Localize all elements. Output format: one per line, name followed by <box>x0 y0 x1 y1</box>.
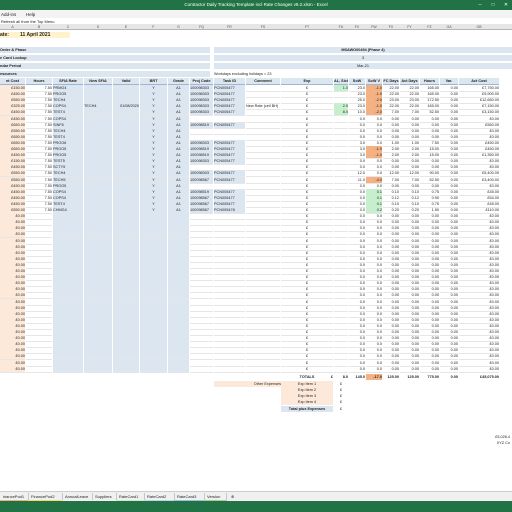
totals-cost[interactable]: £45,075.00 <box>459 374 499 380</box>
column-letter[interactable]: FR <box>214 25 245 29</box>
column-header[interactable]: nt Cost <box>0 78 25 85</box>
column-letter[interactable]: FS <box>246 25 280 29</box>
total-plus-expenses-value[interactable]: £ <box>334 406 348 412</box>
column-letter[interactable]: FW <box>366 25 382 29</box>
spreadsheet-grid[interactable]: ate: 11 April 2021 Order & Phase e Card Loo… <box>0 29 512 490</box>
column-letter[interactable]: F <box>140 25 167 29</box>
footer-company[interactable]: XYZ Co <box>462 440 510 446</box>
grid-cell[interactable]: 0.00 <box>400 366 419 373</box>
column-header[interactable]: Proj Code <box>190 78 213 85</box>
expense-item[interactable]: Exp Item 3 <box>281 393 333 400</box>
grid-cell[interactable]: £0.00 <box>0 365 25 373</box>
column-letter[interactable]: B <box>26 25 52 29</box>
column-letter[interactable]: FQ <box>190 25 213 29</box>
column-letter[interactable]: GB <box>459 25 499 29</box>
grid-cell[interactable]: £0.00 <box>459 366 499 373</box>
column-letter[interactable]: A <box>0 25 25 29</box>
expense-value[interactable]: £ <box>334 387 348 393</box>
column-letter[interactable]: FV <box>349 25 365 29</box>
maximize-icon[interactable]: □ <box>487 1 499 9</box>
column-header[interactable]: Valid <box>113 78 139 85</box>
column-header[interactable]: Hours <box>420 78 439 85</box>
column-header[interactable]: SFIA Rate <box>53 78 83 85</box>
grid-cell[interactable]: £ <box>281 366 333 373</box>
expense-label[interactable]: Other Expenses <box>214 380 281 387</box>
column-header[interactable]: New SFIA <box>84 78 112 85</box>
expense-item[interactable]: Exp Item 1 <box>281 380 333 387</box>
total-plus-expenses-label[interactable]: Total plus Expenses <box>281 405 333 412</box>
update-date[interactable]: 11 April 2021 <box>20 32 70 38</box>
column-header[interactable]: Grade <box>168 78 189 85</box>
expense-value[interactable]: £ <box>334 381 348 387</box>
section-calendar[interactable]: ndar Period <box>0 63 210 69</box>
column-header[interactable]: SoW <box>349 78 365 85</box>
menu-help[interactable]: Help <box>26 12 35 17</box>
status-bar <box>0 501 512 512</box>
minimize-icon[interactable]: – <box>474 1 486 9</box>
column-header[interactable]: Task ID <box>214 78 245 85</box>
expense-value[interactable]: £ <box>334 393 348 399</box>
po-header[interactable]: MSAWO00494 (Phase 4) <box>214 47 512 53</box>
column-letter[interactable]: FU <box>334 25 348 29</box>
totals-sow[interactable]: 145.0 <box>349 374 365 380</box>
column-header[interactable]: Act Days <box>400 78 419 85</box>
grid-cell[interactable] <box>84 365 112 373</box>
column-letter[interactable]: E <box>113 25 139 29</box>
window-title: Contractor Daily Tracking Template incl … <box>184 2 328 7</box>
column-header[interactable]: Var. <box>440 78 458 85</box>
grid-cell[interactable] <box>53 365 83 373</box>
column-header[interactable]: Comment <box>246 78 280 85</box>
grid-cell[interactable] <box>334 366 348 373</box>
expense-value[interactable]: £ <box>334 399 348 405</box>
grid-cell[interactable]: 0.00 <box>383 366 399 373</box>
column-header[interactable]: FC Days <box>383 78 399 85</box>
section-order-phase[interactable]: Order & Phase <box>0 47 210 53</box>
column-header[interactable]: BRT <box>140 78 167 85</box>
totals-fc[interactable]: 125.00 <box>383 374 399 380</box>
column-letter[interactable]: G <box>168 25 189 29</box>
grid-cell[interactable] <box>214 366 245 373</box>
add-sheet-icon[interactable]: ⊕ <box>228 493 237 500</box>
column-header[interactable]: Exp <box>281 78 333 85</box>
grid-cell[interactable] <box>246 366 280 373</box>
formula-value: Refresh all from the Top Menu <box>1 18 55 24</box>
totals-al[interactable]: 8.0 <box>334 374 348 380</box>
grid-cell[interactable]: 0.0 <box>366 366 382 373</box>
close-icon[interactable]: ✕ <box>500 1 512 9</box>
grid-cell[interactable]: 0.0 <box>349 366 365 373</box>
column-letter[interactable]: FZ <box>420 25 439 29</box>
grid-cell[interactable] <box>113 365 139 373</box>
update-label[interactable]: ate: <box>0 32 20 38</box>
grid-cell[interactable] <box>190 366 213 373</box>
column-header[interactable]: SoW V <box>366 78 382 85</box>
po-phase[interactable]: 3 <box>214 55 512 61</box>
grid-cell[interactable]: 0.00 <box>420 366 439 373</box>
totals-hours[interactable]: 775.00 <box>420 374 439 380</box>
totals-sowv[interactable]: -17.0 <box>366 373 382 380</box>
column-letter[interactable]: D <box>84 25 112 29</box>
column-header[interactable]: AL, Sick <box>334 78 348 85</box>
grid-cell[interactable] <box>26 366 52 373</box>
column-header[interactable]: Hours <box>26 78 52 85</box>
section-rate-card[interactable]: e Card Lookup <box>0 55 210 61</box>
grid-cell[interactable]: 0.00 <box>440 366 458 373</box>
column-letter[interactable]: FX <box>383 25 399 29</box>
expense-item[interactable]: Exp Item 2 <box>281 386 333 393</box>
workdays-note[interactable]: Workdays excluding holidays = 23 <box>214 71 354 77</box>
expense-item[interactable]: Exp Item 4 <box>281 399 333 406</box>
totals-act[interactable]: 125.00 <box>400 374 419 380</box>
po-month[interactable]: Mar-21 <box>214 63 512 69</box>
section-resources[interactable]: esources <box>0 71 210 77</box>
column-letter[interactable]: C <box>53 25 83 29</box>
column-letter[interactable]: GA <box>440 25 458 29</box>
column-header[interactable]: Act Cost <box>459 78 499 85</box>
grid-cell[interactable] <box>140 365 167 373</box>
column-letter[interactable]: FT <box>281 25 333 29</box>
totals-var[interactable]: 0.00 <box>440 374 458 380</box>
title-bar: Contractor Daily Tracking Template incl … <box>0 0 512 10</box>
grid-cell[interactable] <box>168 365 189 373</box>
menu-add-ins[interactable]: Add-ins <box>1 12 16 17</box>
totals-exp[interactable]: £ <box>281 374 333 380</box>
column-letter[interactable]: FY <box>400 25 419 29</box>
